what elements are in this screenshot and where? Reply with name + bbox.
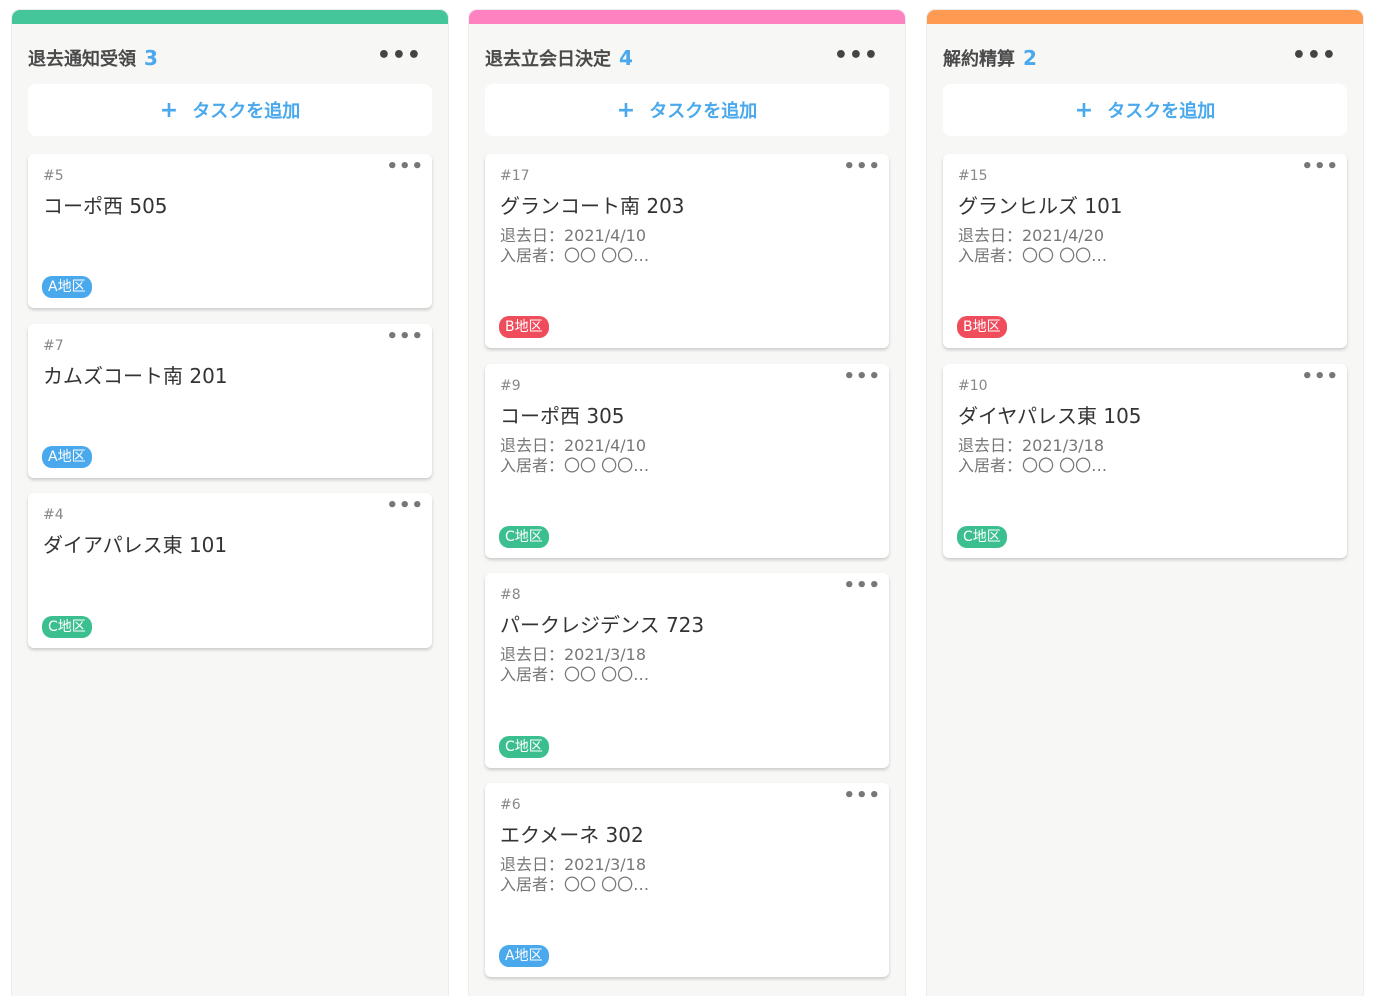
column-count: 4 (619, 46, 633, 70)
card-details: 退去日：2021/4/10 入居者：〇〇 〇〇… (500, 226, 649, 266)
plus-icon: + (1074, 97, 1094, 123)
column-settlement: 解約精算 2 ••• + タスクを追加 #15 ••• グランヒルズ 101 退… (927, 10, 1363, 996)
add-task-button[interactable]: + タスクを追加 (28, 84, 432, 136)
card-more-icon[interactable]: ••• (386, 495, 424, 516)
card-title: コーポ西 505 (43, 194, 168, 218)
card-more-icon[interactable]: ••• (1301, 156, 1339, 177)
card-more-icon[interactable]: ••• (843, 575, 881, 596)
add-task-label: タスクを追加 (192, 101, 301, 122)
card-number: #10 (958, 378, 988, 394)
card-more-icon[interactable]: ••• (1301, 366, 1339, 387)
card-title: グランコート南 203 (500, 194, 685, 218)
tenant-name: 入居者：〇〇 〇〇… (500, 456, 650, 475)
task-card[interactable]: #8 ••• パークレジデンス 723 退去日：2021/3/18 入居者：〇〇… (485, 573, 889, 768)
column-header: 退去立会日決定 4 ••• (485, 44, 889, 72)
tenant-name: 入居者：〇〇 〇〇… (958, 246, 1108, 265)
card-title: グランヒルズ 101 (958, 194, 1123, 218)
area-tag: A地区 (499, 945, 549, 967)
column-move-out-date: 退去立会日決定 4 ••• + タスクを追加 #17 ••• グランコート南 2… (469, 10, 905, 996)
move-out-date: 退去日：2021/4/10 (500, 226, 647, 245)
task-card[interactable]: #17 ••• グランコート南 203 退去日：2021/4/10 入居者：〇〇… (485, 154, 889, 348)
card-title: パークレジデンス 723 (500, 613, 705, 637)
column-count: 2 (1023, 46, 1037, 70)
column-title: 退去通知受領 (28, 49, 136, 70)
kanban-board: 退去通知受領 3 ••• + タスクを追加 #5 ••• コーポ西 505 A地… (0, 0, 1376, 996)
card-details: 退去日：2021/3/18 入居者：〇〇 〇〇… (500, 855, 649, 895)
move-out-date: 退去日：2021/3/18 (500, 645, 647, 664)
card-more-icon[interactable]: ••• (843, 366, 881, 387)
area-tag: C地区 (42, 616, 92, 638)
tenant-name: 入居者：〇〇 〇〇… (958, 456, 1108, 475)
task-card[interactable]: #9 ••• コーポ西 305 退去日：2021/4/10 入居者：〇〇 〇〇…… (485, 364, 889, 558)
column-color-bar (12, 10, 448, 24)
area-tag: C地区 (499, 736, 549, 758)
card-details: 退去日：2021/4/20 入居者：〇〇 〇〇… (958, 226, 1107, 266)
card-details: 退去日：2021/3/18 入居者：〇〇 〇〇… (958, 436, 1107, 476)
card-title: コーポ西 305 (500, 404, 625, 428)
column-notice-received: 退去通知受領 3 ••• + タスクを追加 #5 ••• コーポ西 505 A地… (12, 10, 448, 996)
add-task-label: タスクを追加 (1107, 101, 1216, 122)
tenant-name: 入居者：〇〇 〇〇… (500, 875, 650, 894)
column-header: 解約精算 2 ••• (943, 44, 1347, 72)
column-title: 退去立会日決定 (485, 49, 611, 70)
card-number: #4 (43, 507, 64, 523)
card-more-icon[interactable]: ••• (843, 785, 881, 806)
area-tag: B地区 (957, 316, 1007, 338)
task-card[interactable]: #5 ••• コーポ西 505 A地区 (28, 154, 432, 308)
card-more-icon[interactable]: ••• (386, 326, 424, 347)
card-number: #15 (958, 168, 988, 184)
card-number: #9 (500, 378, 521, 394)
plus-icon: + (616, 97, 636, 123)
task-card[interactable]: #4 ••• ダイアパレス東 101 C地区 (28, 493, 432, 648)
card-more-icon[interactable]: ••• (386, 156, 424, 177)
card-title: ダイアパレス東 101 (43, 533, 228, 557)
task-card[interactable]: #10 ••• ダイヤパレス東 105 退去日：2021/3/18 入居者：〇〇… (943, 364, 1347, 558)
column-color-bar (927, 10, 1363, 24)
column-title: 解約精算 (943, 49, 1015, 70)
task-card[interactable]: #6 ••• エクメーネ 302 退去日：2021/3/18 入居者：〇〇 〇〇… (485, 783, 889, 977)
area-tag: A地区 (42, 446, 92, 468)
move-out-date: 退去日：2021/4/20 (958, 226, 1105, 245)
tenant-name: 入居者：〇〇 〇〇… (500, 665, 650, 684)
move-out-date: 退去日：2021/4/10 (500, 436, 647, 455)
column-more-icon[interactable]: ••• (377, 44, 422, 68)
column-more-icon[interactable]: ••• (834, 44, 879, 68)
move-out-date: 退去日：2021/3/18 (500, 855, 647, 874)
area-tag: C地区 (957, 526, 1007, 548)
card-number: #7 (43, 338, 64, 354)
add-task-button[interactable]: + タスクを追加 (943, 84, 1347, 136)
area-tag: A地区 (42, 276, 92, 298)
column-count: 3 (144, 46, 158, 70)
add-task-label: タスクを追加 (649, 101, 758, 122)
card-details: 退去日：2021/3/18 入居者：〇〇 〇〇… (500, 645, 649, 685)
card-more-icon[interactable]: ••• (843, 156, 881, 177)
plus-icon: + (159, 97, 179, 123)
add-task-button[interactable]: + タスクを追加 (485, 84, 889, 136)
card-title: ダイヤパレス東 105 (958, 404, 1142, 428)
area-tag: C地区 (499, 526, 549, 548)
column-color-bar (469, 10, 905, 24)
tenant-name: 入居者：〇〇 〇〇… (500, 246, 650, 265)
card-number: #5 (43, 168, 64, 184)
column-more-icon[interactable]: ••• (1292, 44, 1337, 68)
card-title: エクメーネ 302 (500, 823, 644, 847)
column-header: 退去通知受領 3 ••• (28, 44, 432, 72)
card-number: #17 (500, 168, 530, 184)
card-number: #8 (500, 587, 521, 603)
task-card[interactable]: #15 ••• グランヒルズ 101 退去日：2021/4/20 入居者：〇〇 … (943, 154, 1347, 348)
task-card[interactable]: #7 ••• カムズコート南 201 A地区 (28, 324, 432, 478)
area-tag: B地区 (499, 316, 549, 338)
move-out-date: 退去日：2021/3/18 (958, 436, 1105, 455)
card-title: カムズコート南 201 (43, 364, 228, 388)
card-details: 退去日：2021/4/10 入居者：〇〇 〇〇… (500, 436, 649, 476)
card-number: #6 (500, 797, 521, 813)
